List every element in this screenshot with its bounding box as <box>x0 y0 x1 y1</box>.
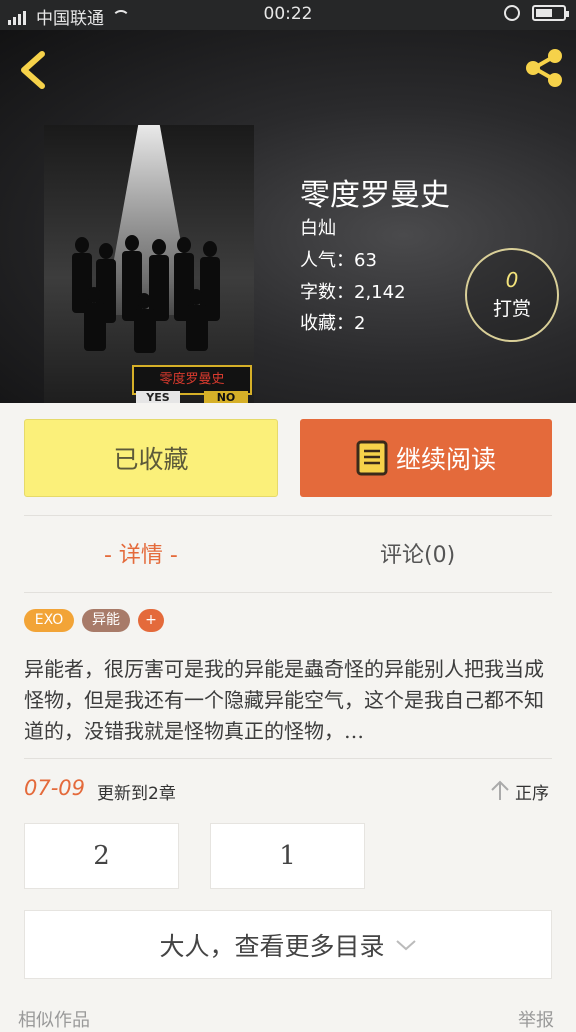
divider <box>24 758 552 759</box>
book-word-count: 字数：2,142 <box>300 282 406 303</box>
tab-details[interactable]: - 详情 - <box>104 537 178 569</box>
status-bar: 中国联通 00:22 <box>0 0 576 30</box>
more-catalog-label: 大人，查看更多目录 <box>159 931 385 961</box>
tag-list: EXO 异能 + <box>24 609 164 632</box>
book-favorites: 收藏：2 <box>300 313 366 334</box>
favorited-button[interactable]: 已收藏 <box>24 419 278 497</box>
book-cover[interactable]: 零度罗曼史 YES NO <box>44 125 254 403</box>
book-icon <box>356 440 388 476</box>
cover-group-photo <box>72 235 220 353</box>
divider <box>24 592 552 593</box>
book-title: 零度罗曼史 <box>300 178 450 213</box>
sort-arrow-icon[interactable] <box>490 779 510 801</box>
battery-icon <box>532 5 569 21</box>
back-icon <box>21 51 45 89</box>
book-author[interactable]: 白灿 <box>300 214 336 240</box>
report-link[interactable]: 举报 <box>518 1006 554 1032</box>
reward-label: 打赏 <box>492 298 531 320</box>
chevron-down-icon <box>395 939 416 950</box>
add-tag-button[interactable]: + <box>138 609 164 632</box>
sort-order-button[interactable]: 正序 <box>515 779 549 804</box>
continue-reading-label: 继续阅读 <box>395 445 496 474</box>
cover-yes-label: YES <box>136 391 180 403</box>
divider <box>24 515 552 516</box>
more-catalog-button[interactable]: 大人，查看更多目录 <box>24 910 552 979</box>
chapter-item[interactable]: 2 <box>24 823 179 889</box>
chapter-item[interactable]: 1 <box>210 823 365 889</box>
clock: 00:22 <box>263 4 313 24</box>
book-hero: 零度罗曼史 YES NO 零度罗曼史 白灿 人气：63 字数：2,142 收藏：… <box>0 30 576 403</box>
tag-exo[interactable]: EXO <box>24 609 74 632</box>
reward-button[interactable]: 0 打赏 <box>465 248 559 342</box>
status-right <box>504 5 569 21</box>
tab-comments[interactable]: 评论(0) <box>380 537 455 569</box>
share-icon <box>526 49 562 87</box>
book-popularity: 人气：63 <box>300 250 377 271</box>
book-synopsis[interactable]: 异能者，很厉害可是我的异能是蟲奇怪的异能别人把我当成怪物，但是我还有一个隐藏异能… <box>24 654 552 747</box>
reward-count: 0 <box>505 268 519 292</box>
update-text: 更新到2章 <box>97 784 176 804</box>
update-date: 07-09 <box>24 776 86 800</box>
back-button[interactable] <box>14 48 54 92</box>
continue-reading-button[interactable]: 继续阅读 <box>300 419 552 497</box>
share-button[interactable] <box>522 46 566 90</box>
similar-works-heading: 相似作品 <box>18 1010 90 1031</box>
cover-no-label: NO <box>204 391 248 403</box>
alarm-icon <box>504 5 520 21</box>
tag-power[interactable]: 异能 <box>82 609 130 632</box>
favorited-label: 已收藏 <box>113 445 189 474</box>
